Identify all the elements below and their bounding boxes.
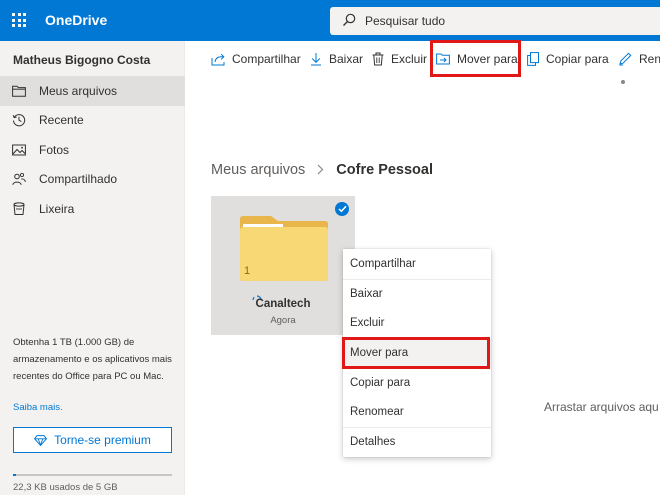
storage-text: 22,3 KB usados de 5 GB xyxy=(13,482,118,493)
sidebar-item-compartilhado[interactable]: Compartilhado xyxy=(0,165,185,195)
sidebar-item-lixeira[interactable]: Lixeira xyxy=(0,194,185,224)
storage-bar xyxy=(13,474,172,476)
app-launcher-icon[interactable] xyxy=(12,13,26,27)
download-icon xyxy=(310,52,322,66)
copy-icon xyxy=(527,52,539,66)
learn-more-link[interactable]: Saiba mais. xyxy=(13,402,63,413)
share-icon xyxy=(211,53,225,66)
rename-label: Reno xyxy=(639,52,660,66)
search-icon xyxy=(342,13,356,32)
view-dot xyxy=(621,80,625,84)
rename-button[interactable]: Reno xyxy=(618,51,660,67)
search-placeholder: Pesquisar tudo xyxy=(365,14,446,28)
go-premium-button[interactable]: Torne-se premium xyxy=(13,427,172,453)
diamond-icon xyxy=(34,434,48,446)
download-label: Baixar xyxy=(329,52,364,66)
delete-label: Excluir xyxy=(391,52,428,66)
image-icon xyxy=(12,143,26,157)
download-button[interactable]: Baixar xyxy=(310,51,363,67)
folder-icon xyxy=(237,216,329,287)
menu-item-copy-to[interactable]: Copiar para xyxy=(343,369,491,397)
sidebar-item-label: Recente xyxy=(39,113,84,128)
copy-to-label: Copiar para xyxy=(546,52,609,66)
top-bar: OneDrive Pesquisar tudo xyxy=(0,0,660,41)
copy-to-button[interactable]: Copiar para xyxy=(527,51,609,67)
menu-item-share[interactable]: Compartilhar xyxy=(343,250,491,278)
search-box[interactable]: Pesquisar tudo xyxy=(330,7,660,35)
checkmark-icon[interactable] xyxy=(335,202,349,216)
sidebar-item-label: Meus arquivos xyxy=(39,83,118,98)
sidebar-item-meus-arquivos[interactable]: Meus arquivos xyxy=(0,76,185,106)
folder-item-count: 1 xyxy=(244,265,251,277)
share-button[interactable]: Compartilhar xyxy=(211,51,301,67)
menu-item-download[interactable]: Baixar xyxy=(343,280,491,308)
share-label: Compartilhar xyxy=(232,52,301,66)
menu-move-to-highlight xyxy=(342,337,490,369)
menu-item-delete[interactable]: Excluir xyxy=(343,309,491,337)
chevron-right-icon xyxy=(317,163,324,178)
drop-hint: Arrastar arquivos aqu xyxy=(544,400,659,414)
command-bar: Compartilhar Baixar Excluir Mover para C… xyxy=(186,41,660,77)
menu-item-details[interactable]: Detalhes xyxy=(343,428,491,456)
breadcrumb-current: Cofre Pessoal xyxy=(336,162,434,178)
folder-tile[interactable]: 1 Canaltech Agora xyxy=(211,196,355,335)
people-icon xyxy=(12,172,26,186)
breadcrumb: Meus arquivos Cofre Pessoal xyxy=(211,162,433,178)
sidebar-item-label: Compartilhado xyxy=(39,172,118,187)
sidebar-item-recente[interactable]: Recente xyxy=(0,106,185,136)
go-premium-label: Torne-se premium xyxy=(54,433,151,447)
app-brand[interactable]: OneDrive xyxy=(45,12,107,28)
user-name: Matheus Bigogno Costa xyxy=(13,53,151,67)
storage-bar-fill xyxy=(13,474,17,476)
sidebar: Matheus Bigogno Costa Meus arquivos Rece… xyxy=(0,41,185,495)
sidebar-item-fotos[interactable]: Fotos xyxy=(0,135,185,165)
nav-list: Meus arquivos Recente Fotos Compartilhad… xyxy=(0,76,185,224)
rename-icon xyxy=(618,52,632,66)
promo-text: Obtenha 1 TB (1.000 GB) de armazenamento… xyxy=(13,337,172,382)
delete-button[interactable]: Excluir xyxy=(372,51,427,67)
sidebar-item-label: Fotos xyxy=(39,142,70,157)
folder-date: Agora xyxy=(270,315,296,326)
trash-icon xyxy=(12,202,26,216)
delete-icon xyxy=(372,52,384,66)
move-to-highlight xyxy=(430,40,521,77)
folder-name[interactable]: Canaltech xyxy=(211,298,355,310)
breadcrumb-parent[interactable]: Meus arquivos xyxy=(211,162,305,178)
menu-item-rename[interactable]: Renomear xyxy=(343,398,491,426)
clock-icon xyxy=(12,113,26,127)
folder-icon xyxy=(12,84,26,98)
sidebar-item-label: Lixeira xyxy=(39,201,75,216)
